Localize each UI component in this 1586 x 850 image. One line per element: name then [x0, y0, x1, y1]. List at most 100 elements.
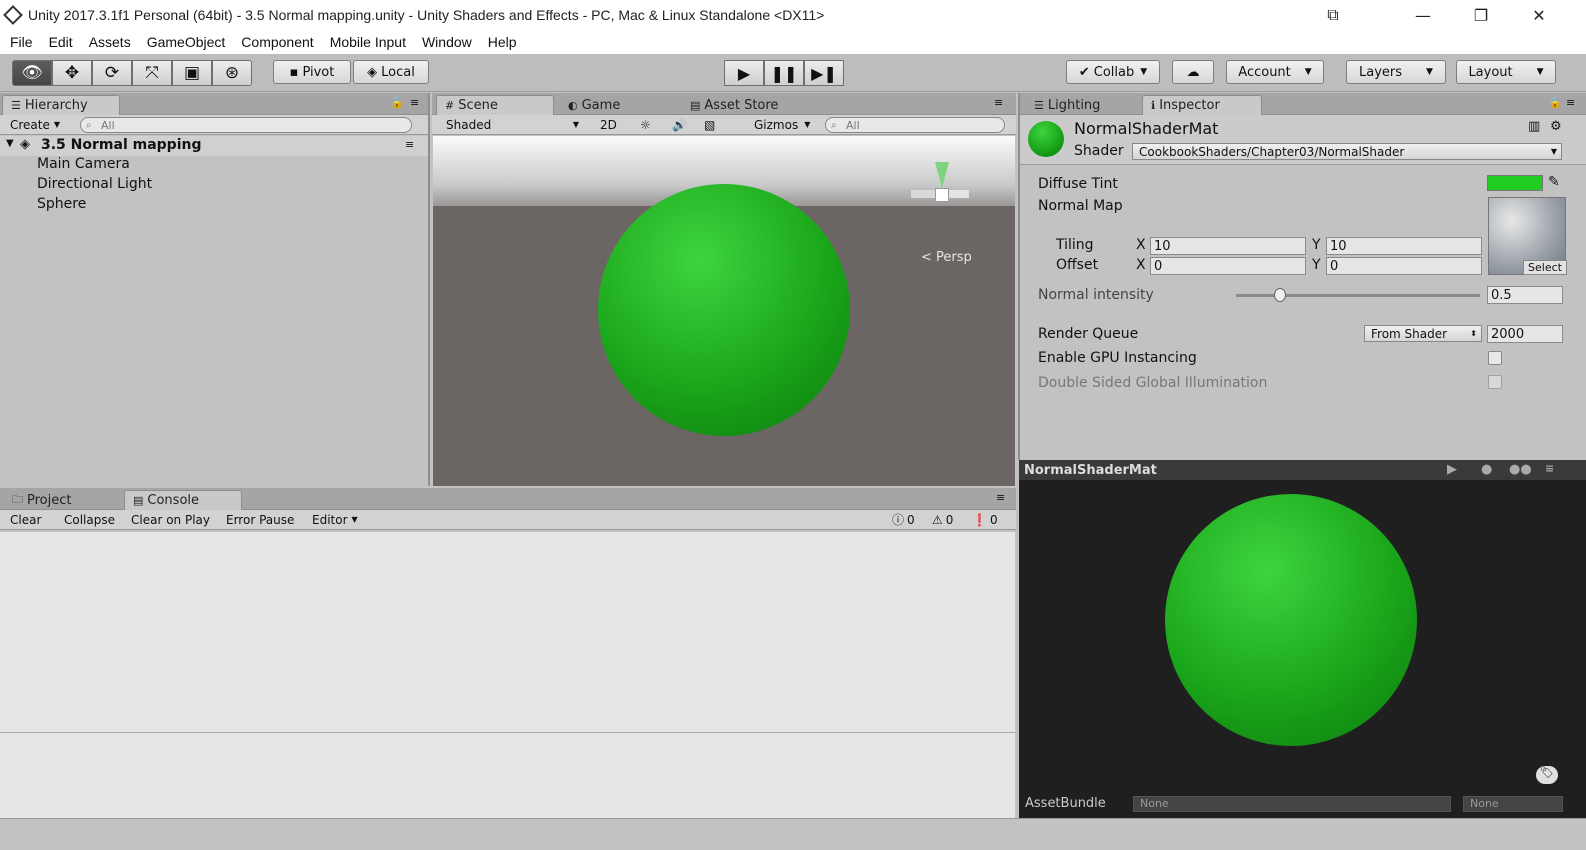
console-collapse-button[interactable]: Collapse: [58, 511, 121, 528]
collab-button[interactable]: ✔ Collab ▼: [1066, 60, 1160, 84]
tab-inspector[interactable]: ℹ Inspector: [1142, 95, 1262, 115]
panel-menu-icon[interactable]: ≡: [996, 491, 1005, 504]
info-count-toggle[interactable]: ⓘ 0: [886, 511, 921, 528]
gear-icon[interactable]: ⚙: [1550, 119, 1562, 134]
panel-menu-icon[interactable]: ≡: [1566, 96, 1575, 109]
menu-gameobject[interactable]: GameObject: [139, 34, 234, 50]
panel-menu-icon[interactable]: ≡: [1545, 462, 1554, 475]
account-button[interactable]: Account ▼: [1226, 60, 1324, 84]
error-count-toggle[interactable]: ❗ 0: [966, 511, 1004, 528]
preview-sphere-render[interactable]: [1165, 494, 1417, 746]
normal-intensity-slider-handle[interactable]: [1274, 288, 1286, 302]
offset-x-label: X: [1136, 257, 1146, 273]
rect-tool-icon[interactable]: ▣: [172, 60, 212, 86]
tiling-y-field[interactable]: 10: [1326, 237, 1482, 255]
preview-play-icon[interactable]: ▶: [1447, 462, 1457, 477]
tab-project[interactable]: 🗀 Project: [4, 490, 79, 510]
cloud-button[interactable]: ☁: [1172, 60, 1214, 84]
menu-mobile-input[interactable]: Mobile Input: [322, 34, 414, 50]
scene-gizmo-icon[interactable]: [911, 162, 971, 232]
play-icon[interactable]: ▶: [724, 60, 764, 86]
close-button[interactable]: ✕: [1516, 0, 1562, 30]
preview-lights-icon[interactable]: ●●: [1509, 462, 1532, 477]
view-tool-icon[interactable]: 👁: [12, 60, 52, 86]
scene-viewport[interactable]: < Persp: [433, 136, 1015, 486]
menu-assets[interactable]: Assets: [81, 34, 139, 50]
render-queue-field[interactable]: 2000: [1487, 325, 1563, 343]
rotate-tool-icon[interactable]: ⟳: [92, 60, 132, 86]
hierarchy-item-main-camera[interactable]: Main Camera: [37, 156, 130, 172]
console-clear-button[interactable]: Clear: [4, 511, 47, 528]
sphere-render[interactable]: [598, 184, 850, 436]
offset-x-field[interactable]: 0: [1150, 257, 1306, 275]
layout-dropdown[interactable]: Layout ▼: [1456, 60, 1556, 84]
effects-toggle-icon[interactable]: ▧: [698, 116, 721, 133]
hierarchy-search-input[interactable]: ⌕ All: [80, 117, 412, 133]
pivot-button[interactable]: ▪ Pivot: [273, 60, 351, 84]
restore-tab-icon[interactable]: ⧉: [1310, 0, 1356, 30]
assetbundle-variant-dropdown[interactable]: None: [1463, 796, 1563, 812]
lock-icon[interactable]: 🔒: [1548, 96, 1562, 109]
assetbundle-dropdown[interactable]: None: [1133, 796, 1451, 812]
diffuse-tint-swatch[interactable]: [1487, 175, 1543, 191]
panel-menu-icon[interactable]: ≡: [410, 96, 419, 109]
tab-asset-store[interactable]: ▤ Asset Store: [682, 95, 786, 115]
step-icon[interactable]: ▶❚: [804, 60, 844, 86]
tiling-x-field[interactable]: 10: [1150, 237, 1306, 255]
pause-icon[interactable]: ❚❚: [764, 60, 804, 86]
scene-header-row[interactable]: ▼ ◈ 3.5 Normal mapping ≡: [0, 136, 428, 156]
local-button[interactable]: ◈ Local: [353, 60, 429, 84]
layers-dropdown[interactable]: Layers ▼: [1346, 60, 1446, 84]
scene-menu-icon[interactable]: ≡: [405, 138, 414, 151]
normal-intensity-field[interactable]: 0.5: [1487, 286, 1563, 304]
persp-label[interactable]: < Persp: [921, 250, 972, 265]
normal-intensity-slider-track[interactable]: [1236, 294, 1480, 297]
move-tool-icon[interactable]: ✥: [52, 60, 92, 86]
console-editor-dropdown[interactable]: Editor ▼: [306, 511, 364, 528]
warning-count-toggle[interactable]: ⚠ 0: [926, 511, 959, 528]
gizmos-dropdown[interactable]: Gizmos ▼: [748, 116, 816, 133]
transform-tool-icon[interactable]: ⊛: [212, 60, 252, 86]
menu-help[interactable]: Help: [480, 34, 525, 50]
material-preview-panel[interactable]: 🏷 AssetBundle None None: [1019, 460, 1586, 818]
shading-dropdown[interactable]: Shaded ▼: [440, 116, 585, 133]
lighting-toggle-icon[interactable]: ☼: [634, 116, 657, 133]
hierarchy-item-sphere[interactable]: Sphere: [37, 196, 86, 212]
scene-search-input[interactable]: ⌕ All: [825, 117, 1005, 133]
list-icon: ☰: [11, 99, 21, 112]
render-queue-dropdown[interactable]: From Shader ⬍: [1364, 325, 1482, 342]
preview-sphere-icon[interactable]: ●: [1481, 462, 1492, 477]
menu-component[interactable]: Component: [233, 34, 321, 50]
create-dropdown[interactable]: Create ▼: [4, 116, 66, 133]
help-book-icon[interactable]: ▥: [1528, 119, 1540, 134]
double-sided-gi-checkbox[interactable]: [1488, 375, 1502, 389]
maximize-button[interactable]: ❐: [1458, 0, 1504, 30]
offset-y-field[interactable]: 0: [1326, 257, 1482, 275]
menu-edit[interactable]: Edit: [41, 34, 81, 50]
tab-lighting[interactable]: ☰ Lighting: [1026, 95, 1108, 115]
menu-file[interactable]: File: [2, 34, 41, 50]
gpu-instancing-checkbox[interactable]: [1488, 351, 1502, 365]
minimize-button[interactable]: —: [1400, 0, 1446, 30]
lock-icon[interactable]: 🔒: [390, 96, 404, 109]
label-tag-icon[interactable]: 🏷: [1536, 766, 1558, 784]
tab-scene[interactable]: # Scene: [436, 95, 554, 115]
audio-toggle-icon[interactable]: 🔊: [666, 116, 693, 133]
panel-menu-icon[interactable]: ≡: [994, 96, 1003, 109]
select-texture-button[interactable]: Select: [1523, 260, 1567, 275]
tab-console[interactable]: ▤ Console: [124, 490, 242, 510]
console-error-pause-button[interactable]: Error Pause: [220, 511, 300, 528]
menu-window[interactable]: Window: [414, 34, 480, 50]
tab-game[interactable]: ◐ Game: [560, 95, 628, 115]
normal-map-thumbnail[interactable]: Select: [1488, 197, 1567, 275]
triangle-down-icon[interactable]: ▼: [6, 138, 14, 149]
tab-hierarchy[interactable]: ☰ Hierarchy: [2, 95, 120, 115]
2d-toggle[interactable]: 2D: [594, 116, 623, 133]
console-log-area[interactable]: [0, 532, 1015, 818]
shader-dropdown[interactable]: CookbookShaders/Chapter03/NormalShader ▼: [1132, 143, 1562, 160]
console-clear-on-play-button[interactable]: Clear on Play: [125, 511, 216, 528]
scale-tool-icon[interactable]: ⤧: [132, 60, 172, 86]
hierarchy-item-directional-light[interactable]: Directional Light: [37, 176, 152, 192]
console-divider[interactable]: [0, 732, 1015, 733]
eyedropper-icon[interactable]: ✎: [1548, 174, 1560, 190]
